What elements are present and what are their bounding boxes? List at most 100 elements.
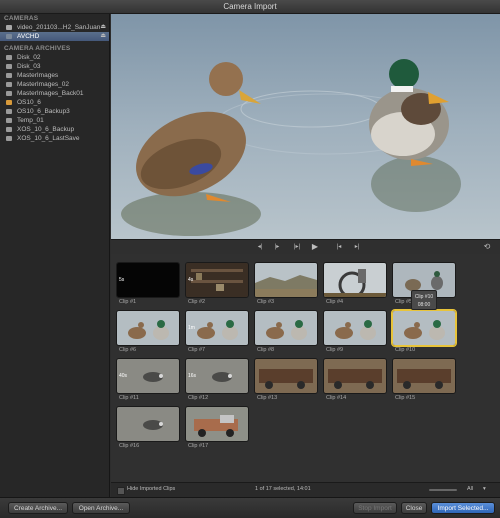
clip-thumbnail[interactable]: Clip #14 (323, 358, 387, 404)
clip-thumbnail[interactable]: Clip #6 (116, 310, 180, 356)
title-bar: Camera Import (0, 0, 500, 14)
sidebar-item-archive[interactable]: OS10_6 (0, 98, 109, 107)
import-selected-button[interactable]: Import Selected... (431, 502, 495, 514)
sidebar-item-camera-avchd[interactable]: AVCHD ⏏ (0, 32, 109, 41)
disk-icon (6, 109, 12, 114)
sidebar-item-archive[interactable]: OS10_6_Backup3 (0, 107, 109, 116)
clip-thumbnail[interactable]: 16s Clip #12 (185, 358, 249, 404)
step-forward-button[interactable]: |▸| (291, 243, 303, 251)
sidebar-item-archive[interactable]: Disk_03 (0, 62, 109, 71)
orange-disk-icon (6, 100, 12, 105)
clip-thumbnail[interactable]: Clip #15 (392, 358, 456, 404)
selection-status: 1 of 17 selected, 14:01 (255, 486, 311, 492)
filter-dropdown-icon[interactable]: ▾ (483, 486, 486, 492)
sidebar-item-label: Disk_02 (17, 54, 41, 61)
sidebar-item-camera-video[interactable]: video_201103...H2_SanJuan ⏏ (0, 23, 109, 32)
clip-duration: 5s (119, 277, 125, 283)
clip-thumbnail-image (254, 358, 318, 394)
disk-icon (6, 136, 12, 141)
clip-duration: 16s (188, 373, 197, 379)
camera-icon (6, 34, 12, 39)
disk-icon (6, 127, 12, 132)
loop-icon[interactable]: ⟲ (481, 243, 493, 251)
sidebar-item-label: Disk_03 (17, 63, 41, 70)
clip-thumbnail[interactable]: 5s Clip #1 (116, 262, 180, 308)
clip-thumbnail[interactable]: Clip #3 (254, 262, 318, 308)
sidebar-item-label: OS10_6_Backup3 (17, 108, 70, 115)
clip-name: Clip #6 (119, 347, 137, 353)
clip-thumbnail[interactable]: Clip #13 (254, 358, 318, 404)
sidebar-item-archive[interactable]: Temp_01 (0, 116, 109, 125)
clip-name: Clip #2 (188, 299, 206, 305)
clip-duration: 4s (188, 277, 194, 283)
eject-icon[interactable]: ⏏ (100, 32, 106, 41)
clip-name: Clip #9 (326, 347, 344, 353)
disk-icon (6, 82, 12, 87)
cameras-header: CAMERAS (4, 15, 39, 22)
clip-thumbnail[interactable]: Clip #17 (185, 406, 249, 452)
sidebar-item-label: MasterImages_Back01 (17, 90, 84, 97)
prev-clip-button[interactable]: ◂| (254, 243, 266, 251)
create-archive-button[interactable]: Create Archive... (8, 502, 68, 514)
camera-archives-header: CAMERA ARCHIVES (4, 45, 71, 52)
camera-import-window: Camera Import CAMERAS video_201103...H2_… (0, 0, 500, 518)
sidebar-item-label: XOS_10_6_Backup (17, 126, 75, 133)
filter-select[interactable]: All (467, 486, 473, 492)
clip-thumbnail[interactable]: 1m Clip #7 (185, 310, 249, 356)
clip-thumbnail[interactable]: Clip #9 (323, 310, 387, 356)
sidebar-item-archive[interactable]: MasterImages (0, 71, 109, 80)
clip-name: Clip #13 (257, 395, 278, 401)
preview-viewer (111, 14, 500, 239)
clip-thumbnail[interactable]: 4s Clip #2 (185, 262, 249, 308)
sidebar-item-label: video_201103...H2_SanJuan (17, 24, 101, 31)
stop-import-button[interactable]: Stop Import (353, 502, 397, 514)
preview-image (111, 14, 500, 239)
sidebar-item-label: OS10_6 (17, 99, 41, 106)
clip-name: Clip #10 (395, 347, 416, 353)
clip-thumbnail[interactable]: Clip #8 (254, 310, 318, 356)
disk-icon (6, 55, 12, 60)
clip-name: Clip #7 (188, 347, 206, 353)
clip-thumbnail-image (323, 310, 387, 346)
clip-thumbnail[interactable]: 40s Clip #11 (116, 358, 180, 404)
clip-thumbnail[interactable]: Clip #16 (116, 406, 180, 452)
clip-name: Clip #11 (119, 395, 139, 401)
clip-thumbnail[interactable]: Clip #10 (392, 310, 456, 356)
window-title: Camera Import (223, 2, 277, 11)
open-archive-button[interactable]: Open Archive... (72, 502, 130, 514)
clip-thumbnail-image (392, 358, 456, 394)
clip-thumbnail-image (116, 262, 180, 298)
clip-name: Clip #5 (395, 299, 413, 305)
sidebar-item-archive[interactable]: Disk_02 (0, 53, 109, 62)
clip-thumbnail-image (116, 310, 180, 346)
clip-name: Clip #14 (326, 395, 347, 401)
step-back-button[interactable]: |▸ (271, 243, 283, 251)
sidebar-item-archive[interactable]: XOS_10_6_Backup (0, 125, 109, 134)
clip-name: Clip #17 (188, 443, 209, 449)
close-button[interactable]: Close (401, 502, 427, 514)
clip-name: Clip #3 (257, 299, 275, 305)
clip-thumbnail-image (185, 406, 249, 442)
clip-thumbnail-image (323, 358, 387, 394)
sidebar-item-label: MasterImages (17, 72, 59, 79)
zoom-slider[interactable] (429, 489, 457, 491)
bottom-toolbar: Create Archive... Open Archive... Stop I… (0, 497, 500, 518)
eject-icon[interactable]: ⏏ (100, 23, 106, 32)
tooltip-clip-name: Clip #10 (414, 294, 434, 300)
status-bar: Hide Imported Clips 1 of 17 selected, 14… (111, 482, 500, 498)
rewind-button[interactable]: |◂ (333, 243, 345, 251)
play-button[interactable]: ▶ (309, 243, 321, 251)
clip-tooltip: Clip #10 08:00 (411, 290, 437, 310)
tooltip-time: 08:00 (417, 302, 431, 308)
sidebar-item-archive[interactable]: MasterImages_02 (0, 80, 109, 89)
sidebar: CAMERAS video_201103...H2_SanJuan ⏏ AVCH… (0, 14, 110, 497)
clip-name: Clip #8 (257, 347, 275, 353)
hide-imported-label: Hide Imported Clips (127, 486, 176, 492)
clip-browser: 5s Clip #1 4s Clip #2 Clip #3 Clip #4 Clip #5 C… (111, 254, 500, 482)
clip-thumbnail[interactable]: Clip #4 (323, 262, 387, 308)
hide-imported-checkbox[interactable] (117, 487, 125, 495)
sidebar-item-archive[interactable]: MasterImages_Back01 (0, 89, 109, 98)
sidebar-item-archive[interactable]: XOS_10_6_LastSave (0, 134, 109, 143)
sidebar-item-label: MasterImages_02 (17, 81, 70, 88)
next-clip-button[interactable]: ▸| (351, 243, 363, 251)
